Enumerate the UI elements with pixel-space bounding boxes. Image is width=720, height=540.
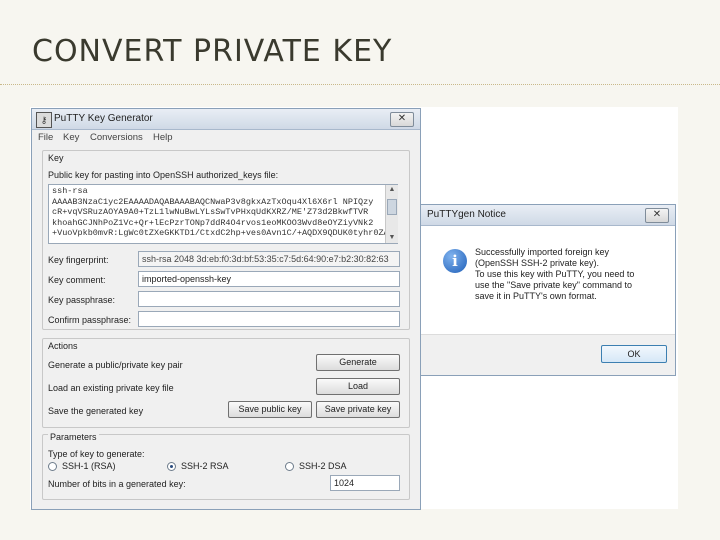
save-private-key-button[interactable]: Save private key bbox=[316, 401, 400, 418]
passphrase-label: Key passphrase: bbox=[48, 295, 116, 305]
keygen-title: PuTTY Key Generator bbox=[54, 113, 153, 124]
keygen-window: ⚷ PuTTY Key Generator ✕ File Key Convers… bbox=[31, 108, 421, 510]
keygen-titlebar[interactable]: ⚷ PuTTY Key Generator ✕ bbox=[32, 109, 420, 130]
comment-label: Key comment: bbox=[48, 275, 106, 285]
confirm-passphrase-field[interactable] bbox=[138, 311, 400, 327]
radio-ssh1-rsa[interactable] bbox=[48, 462, 57, 471]
pubkey-line: AAAAB3NzaC1yc2EAAAADAQABAAABAQCNwaP3v8gk… bbox=[52, 196, 374, 207]
menu-file[interactable]: File bbox=[38, 132, 53, 143]
generate-button[interactable]: Generate bbox=[316, 354, 400, 371]
menubar: File Key Conversions Help bbox=[32, 130, 420, 144]
pubkey-line: cR+vqVSRuzAOYA9A0+TzL1lwNuBwLYLsSwTvPHxq… bbox=[52, 207, 369, 217]
bits-label: Number of bits in a generated key: bbox=[48, 479, 186, 489]
menu-conversions[interactable]: Conversions bbox=[90, 132, 143, 143]
pubkey-textarea[interactable]: ssh-rsa AAAAB3NzaC1yc2EAAAADAQABAAABAQCN… bbox=[48, 184, 398, 244]
radio-ssh1-rsa-label: SSH-1 (RSA) bbox=[62, 461, 116, 471]
pubkey-line: ssh-rsa bbox=[52, 186, 88, 196]
menu-key[interactable]: Key bbox=[63, 132, 79, 143]
notice-line: save it in PuTTY's own format. bbox=[475, 291, 597, 301]
notice-title: PuTTYgen Notice bbox=[427, 209, 506, 220]
save-public-key-button[interactable]: Save public key bbox=[228, 401, 312, 418]
radio-ssh2-rsa[interactable] bbox=[167, 462, 176, 471]
info-icon: i bbox=[443, 249, 467, 273]
parameters-group-label: Parameters bbox=[48, 432, 99, 442]
radio-ssh2-dsa[interactable] bbox=[285, 462, 294, 471]
load-label: Load an existing private key file bbox=[48, 383, 174, 393]
pubkey-scrollbar[interactable]: ▲ ▼ bbox=[385, 185, 398, 243]
notice-footer: OK bbox=[421, 334, 675, 375]
actions-group-label: Actions bbox=[48, 341, 78, 351]
ok-button[interactable]: OK bbox=[601, 345, 667, 363]
passphrase-field[interactable] bbox=[138, 291, 400, 307]
key-group-label: Key bbox=[48, 153, 64, 163]
comment-field[interactable]: imported-openssh-key bbox=[138, 271, 400, 287]
scroll-up-icon[interactable]: ▲ bbox=[386, 185, 398, 195]
notice-dialog: PuTTYgen Notice ✕ i Successfully importe… bbox=[420, 204, 676, 376]
radio-ssh2-rsa-label: SSH-2 RSA bbox=[181, 461, 229, 471]
putty-app-icon: ⚷ bbox=[36, 112, 52, 128]
fingerprint-field[interactable]: ssh-rsa 2048 3d:eb:f0:3d:bf:53:35:c7:5d:… bbox=[138, 251, 400, 267]
fingerprint-label: Key fingerprint: bbox=[48, 255, 109, 265]
menu-help[interactable]: Help bbox=[153, 132, 173, 143]
scroll-down-icon[interactable]: ▼ bbox=[386, 233, 398, 243]
notice-line: To use this key with PuTTY, you need to bbox=[475, 269, 635, 279]
key-type-label: Type of key to generate: bbox=[48, 449, 145, 459]
save-label: Save the generated key bbox=[48, 406, 144, 416]
load-button[interactable]: Load bbox=[316, 378, 400, 395]
radio-ssh2-dsa-label: SSH-2 DSA bbox=[299, 461, 347, 471]
notice-message: Successfully imported foreign key (OpenS… bbox=[475, 247, 671, 302]
pubkey-line: khoahGCJNhPoZ1Vc+Qr+lEcPzrTONp7ddR4O4rvo… bbox=[52, 217, 374, 228]
notice-titlebar[interactable]: PuTTYgen Notice ✕ bbox=[421, 205, 675, 226]
notice-line: Successfully imported foreign key bbox=[475, 247, 610, 257]
pubkey-line: +VuoVpkb0mvR:LgWc0tZXeGKKTD1/CtxdC2hp+ve… bbox=[52, 228, 389, 238]
title-divider bbox=[0, 84, 720, 85]
generate-label: Generate a public/private key pair bbox=[48, 360, 183, 370]
scroll-thumb[interactable] bbox=[387, 199, 397, 215]
keygen-close-button[interactable]: ✕ bbox=[390, 112, 414, 127]
pubkey-label: Public key for pasting into OpenSSH auth… bbox=[48, 170, 279, 180]
notice-line: (OpenSSH SSH-2 private key). bbox=[475, 258, 600, 268]
bits-field[interactable]: 1024 bbox=[330, 475, 400, 491]
notice-line: use the "Save private key" command to bbox=[475, 280, 632, 290]
notice-close-button[interactable]: ✕ bbox=[645, 208, 669, 223]
slide-title: CONVERT PRIVATE KEY bbox=[32, 34, 393, 69]
confirm-passphrase-label: Confirm passphrase: bbox=[48, 315, 132, 325]
